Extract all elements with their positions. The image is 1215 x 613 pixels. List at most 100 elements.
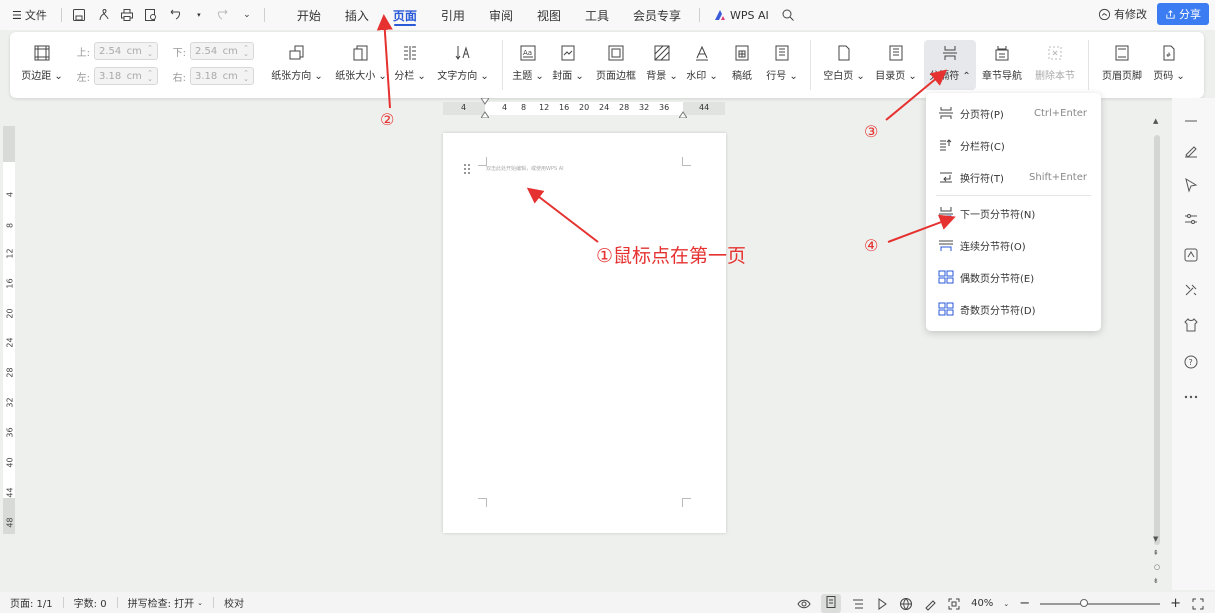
play-icon[interactable]	[875, 597, 889, 611]
modified-status-button[interactable]: 有修改	[1098, 6, 1147, 22]
paper-size-button[interactable]: 纸张大小 ⌄	[332, 42, 390, 82]
menu-item-odd-page-section-break[interactable]: 奇数页分节符(D)	[926, 295, 1101, 323]
tab-insert[interactable]: 插入	[333, 0, 381, 30]
page-border-button[interactable]: 页面边框	[594, 42, 638, 82]
print-preview-button[interactable]	[140, 4, 162, 26]
first-indent-marker[interactable]	[481, 98, 489, 106]
svg-text:Aa: Aa	[523, 49, 532, 57]
page-margin-button[interactable]: 页边距 ⌄	[20, 42, 64, 82]
menu-item-line-break[interactable]: 换行符(T) Shift+Enter	[926, 163, 1101, 191]
manuscript-button[interactable]: 稿纸	[728, 42, 756, 82]
menu-item-next-page-section-break[interactable]: 下一页分节符(N)	[926, 199, 1101, 227]
export-pdf-button[interactable]	[92, 4, 114, 26]
pen-icon[interactable]	[923, 597, 937, 611]
prev-page-icon[interactable]: ⇞	[1153, 549, 1159, 557]
adjust-button[interactable]	[1182, 210, 1200, 228]
header-footer-button[interactable]: 页眉页脚	[1098, 42, 1146, 82]
scroll-down-icon[interactable]: ▼	[1153, 535, 1158, 543]
ruler-tick: 28	[5, 367, 15, 378]
web-view-icon[interactable]	[899, 597, 913, 611]
right-indent-marker[interactable]	[679, 110, 687, 118]
margin-right-field[interactable]: 右: 3.18 cm ⌃ ⌄	[164, 67, 254, 85]
theme-label: 主题	[512, 71, 533, 82]
menu-item-even-page-section-break[interactable]: 偶数页分节符(E)	[926, 263, 1101, 291]
scroll-thumb[interactable]	[1154, 135, 1160, 545]
background-button[interactable]: 背景 ⌄	[646, 42, 678, 82]
ruler-tick: 24	[5, 337, 15, 348]
zoom-in-button[interactable]: +	[1170, 596, 1181, 611]
collapse-panel-button[interactable]	[1182, 112, 1200, 130]
redo-button[interactable]	[212, 4, 234, 26]
tab-home[interactable]: 开始	[285, 0, 333, 30]
drag-handle-icon[interactable]	[463, 163, 471, 175]
style-button[interactable]	[1182, 316, 1200, 334]
file-menu[interactable]: ☰ 文件	[0, 0, 55, 30]
cover-button[interactable]: 封面 ⌄	[552, 42, 584, 82]
columns-button[interactable]: 分栏 ⌄	[394, 42, 426, 82]
tab-member[interactable]: 会员专享	[621, 0, 693, 30]
search-button[interactable]	[777, 4, 799, 26]
tab-references[interactable]: 引用	[429, 0, 477, 30]
scroll-up-icon[interactable]: ▲	[1153, 117, 1158, 125]
save-button[interactable]	[68, 4, 90, 26]
text-direction-button[interactable]: 文字方向 ⌄	[432, 42, 494, 82]
left-indent-marker[interactable]	[481, 110, 489, 118]
fullscreen-icon[interactable]	[1191, 597, 1205, 611]
undo-dropdown[interactable]: ▾	[188, 4, 210, 26]
ai-writing-button[interactable]	[1182, 246, 1200, 264]
tab-tools[interactable]: 工具	[573, 0, 621, 30]
page-count[interactable]: 页面: 1/1	[0, 595, 63, 610]
more-quick-access-button[interactable]: ⌄	[236, 4, 258, 26]
outline-view-icon[interactable]	[851, 597, 865, 611]
divider	[60, 8, 62, 22]
zoom-level[interactable]: 40%	[971, 598, 993, 609]
unit-label: cm	[126, 45, 142, 57]
margin-bottom-field[interactable]: 下: 2.54 cm ⌃ ⌄	[164, 42, 254, 60]
section-nav-button[interactable]: 章节导航	[980, 42, 1024, 82]
margin-left-field[interactable]: 左: 3.18 cm ⌃ ⌄	[68, 67, 158, 85]
next-page-icon[interactable]: ⇟	[1153, 577, 1159, 585]
pen-tool-button[interactable]	[1182, 141, 1200, 159]
share-button[interactable]: 分享	[1157, 3, 1209, 25]
line-number-button[interactable]: 行号 ⌄	[766, 42, 798, 82]
blank-page-button[interactable]: 空白页 ⌄	[822, 42, 866, 82]
horizontal-ruler[interactable]: 4 4 8 12 16 20 24 28 32 36 44	[443, 98, 725, 118]
menu-item-column-break[interactable]: 分栏符(C)	[926, 131, 1101, 159]
column-break-icon	[940, 139, 952, 151]
margin-top-field[interactable]: 上: 2.54 cm ⌃ ⌄	[68, 42, 158, 60]
zoom-slider-knob[interactable]	[1080, 598, 1089, 607]
menu-item-continuous-section-break[interactable]: 连续分节符(O)	[926, 231, 1101, 259]
proofread-button[interactable]: 校对	[214, 595, 254, 610]
help-button[interactable]: ?	[1182, 353, 1200, 371]
zoom-out-button[interactable]: −	[1019, 596, 1030, 611]
print-button[interactable]	[116, 4, 138, 26]
spell-check[interactable]: 拼写检查: 打开 ⌄	[118, 595, 213, 611]
tab-view[interactable]: 视图	[525, 0, 573, 30]
tab-review[interactable]: 审阅	[477, 0, 525, 30]
status-right-controls: 40% ⌄ − +	[797, 594, 1205, 613]
document-page[interactable]: 双击此处开始编辑，或使用WPS AI	[443, 133, 726, 533]
word-count[interactable]: 字数: 0	[64, 595, 117, 610]
page-number-button[interactable]: # 页码 ⌄	[1152, 42, 1186, 82]
delete-section-button[interactable]: 删除本节	[1032, 42, 1078, 82]
tools-button[interactable]	[1182, 281, 1200, 299]
orientation-button[interactable]: 纸张方向 ⌄	[268, 42, 326, 82]
browse-object-icon[interactable]: ○	[1154, 563, 1160, 571]
theme-button[interactable]: Aa 主题 ⌄	[512, 42, 544, 82]
vertical-ruler[interactable]: 4 8 12 16 20 24 28 32 36 40 44 48	[3, 126, 15, 534]
toc-page-button[interactable]: 目录页 ⌄	[874, 42, 918, 82]
more-button[interactable]	[1182, 388, 1200, 406]
watermark-button[interactable]: 水印 ⌄	[686, 42, 718, 82]
separator-button[interactable]: 分隔符 ⌃	[924, 40, 976, 90]
menu-item-page-break[interactable]: 分页符(P) Ctrl+Enter	[926, 99, 1101, 127]
tab-page[interactable]: 页面	[381, 0, 429, 30]
page-view-button[interactable]	[821, 594, 842, 613]
fit-page-icon[interactable]	[947, 597, 961, 611]
undo-button[interactable]	[164, 4, 186, 26]
vertical-scrollbar[interactable]: ▲ ▼ ⇞ ○ ⇟	[1152, 115, 1162, 590]
zoom-slider[interactable]	[1040, 598, 1161, 607]
chevron-down-icon[interactable]: ⌄	[1003, 600, 1009, 608]
eye-icon[interactable]	[797, 597, 811, 611]
wps-ai-button[interactable]: WPS AI	[706, 9, 777, 22]
select-tool-button[interactable]	[1182, 176, 1200, 194]
